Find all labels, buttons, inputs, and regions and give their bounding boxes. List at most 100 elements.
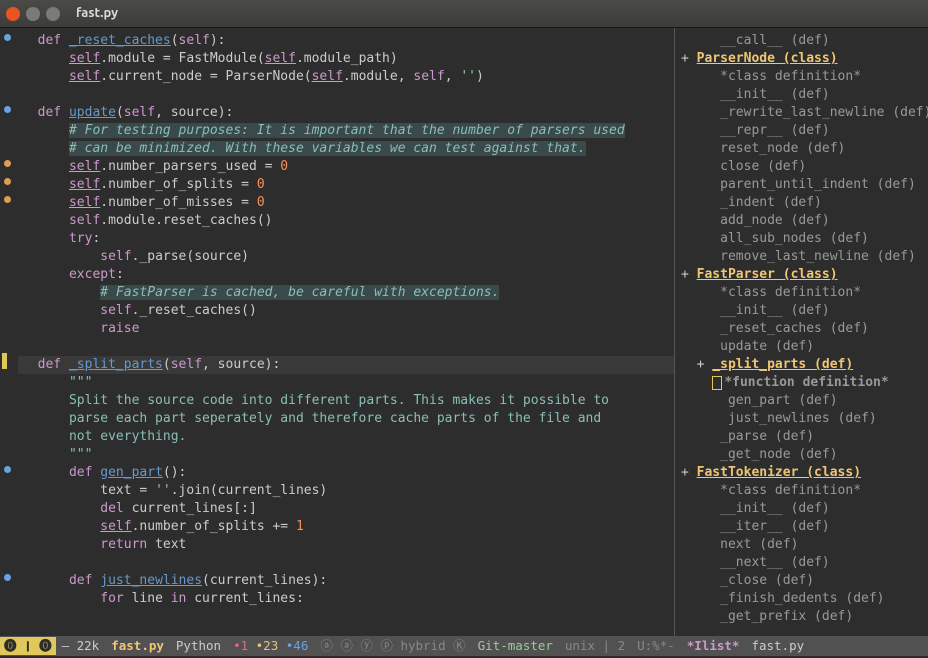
gutter-mark	[0, 478, 18, 496]
gutter-mark	[0, 496, 18, 514]
code-line[interactable]: self.number_of_splits = 0	[18, 176, 674, 194]
outline-item[interactable]: next (def)	[681, 536, 928, 554]
outline-item[interactable]: _reset_caches (def)	[681, 320, 928, 338]
warning-count[interactable]: •23	[256, 638, 279, 653]
gutter-mark	[0, 280, 18, 298]
code-line[interactable]: except:	[18, 266, 674, 284]
code-line[interactable]	[18, 338, 674, 356]
gutter-mark	[0, 370, 18, 388]
outline-item[interactable]: close (def)	[681, 158, 928, 176]
outline-item[interactable]: _get_node (def)	[681, 446, 928, 464]
code-line[interactable]: self.number_parsers_used = 0	[18, 158, 674, 176]
outline-item[interactable]: __init__ (def)	[681, 500, 928, 518]
gutter-mark	[0, 352, 18, 370]
outline-item[interactable]: just_newlines (def)	[681, 410, 928, 428]
outline-item[interactable]: _close (def)	[681, 572, 928, 590]
outline-item[interactable]: gen_part (def)	[681, 392, 928, 410]
code-line[interactable]: def gen_part():	[18, 464, 674, 482]
outline-item[interactable]: __call__ (def)	[681, 32, 928, 50]
ilist-file: fast.py	[745, 637, 810, 654]
code-line[interactable]: def just_newlines(current_lines):	[18, 572, 674, 590]
gutter-mark	[0, 514, 18, 532]
code-line[interactable]: self.module = FastModule(self.module_pat…	[18, 50, 674, 68]
outline-current-def[interactable]: + _split_parts (def)	[681, 356, 928, 374]
outline-item[interactable]: *class definition*	[681, 284, 928, 302]
gutter-mark	[0, 298, 18, 316]
gutter-mark	[0, 388, 18, 406]
outline-item[interactable]: *class definition*	[681, 68, 928, 86]
code-line[interactable]: self.current_node = ParserNode(self.modu…	[18, 68, 674, 86]
code-line[interactable]: self.number_of_misses = 0	[18, 194, 674, 212]
code-line[interactable]: # can be minimized. With these variables…	[18, 140, 674, 158]
gutter-mark	[0, 172, 18, 190]
code-line[interactable]	[18, 86, 674, 104]
gutter-mark	[0, 586, 18, 604]
code-line[interactable]: def _reset_caches(self):	[18, 32, 674, 50]
outline-item[interactable]: __init__ (def)	[681, 302, 928, 320]
code-buffer[interactable]: def _reset_caches(self): self.module = F…	[18, 28, 674, 636]
outline-item[interactable]: all_sub_nodes (def)	[681, 230, 928, 248]
vc-branch[interactable]: Git-master	[472, 637, 559, 654]
gutter-mark	[0, 316, 18, 334]
code-line[interactable]: raise	[18, 320, 674, 338]
error-count[interactable]: •1	[233, 638, 248, 653]
outline-item[interactable]: *class definition*	[681, 482, 928, 500]
major-mode[interactable]: Python	[170, 637, 227, 654]
code-line[interactable]: # FastParser is cached, be careful with …	[18, 284, 674, 302]
minor-modes[interactable]: ⓐ ⓐ ⓨ ⓟ hybrid Ⓚ	[314, 637, 471, 654]
outline-pane[interactable]: __call__ (def)+ ParserNode (class) *clas…	[674, 28, 928, 636]
ilist-label[interactable]: *Ilist*	[681, 637, 746, 654]
code-line[interactable]: text = ''.join(current_lines)	[18, 482, 674, 500]
outline-item[interactable]: __init__ (def)	[681, 86, 928, 104]
code-line[interactable]: Split the source code into different par…	[18, 392, 674, 410]
code-line[interactable]: for line in current_lines:	[18, 590, 674, 608]
gutter-mark	[0, 550, 18, 568]
minimize-icon[interactable]	[26, 7, 40, 21]
outline-item[interactable]: _rewrite_last_newline (def)	[681, 104, 928, 122]
outline-item[interactable]: update (def)	[681, 338, 928, 356]
code-line[interactable]: def update(self, source):	[18, 104, 674, 122]
gutter-mark	[0, 46, 18, 64]
outline-item[interactable]: remove_last_newline (def)	[681, 248, 928, 266]
outline-item[interactable]: _get_prefix (def)	[681, 608, 928, 626]
code-line[interactable]: del current_lines[:]	[18, 500, 674, 518]
gutter-mark	[0, 28, 18, 46]
code-line[interactable]	[18, 554, 674, 572]
outline-item[interactable]: reset_node (def)	[681, 140, 928, 158]
main-pane[interactable]: def _reset_caches(self): self.module = F…	[0, 28, 674, 636]
flycheck-indicator[interactable]: ⓿ ❙ ⓿	[0, 637, 56, 654]
code-line[interactable]: try:	[18, 230, 674, 248]
code-line[interactable]: """	[18, 374, 674, 392]
gutter-mark	[0, 532, 18, 550]
outline-class[interactable]: + ParserNode (class)	[681, 50, 928, 68]
gutter-mark	[0, 100, 18, 118]
code-line[interactable]: # For testing purposes: It is important …	[18, 122, 674, 140]
maximize-icon[interactable]	[46, 7, 60, 21]
code-line[interactable]: self._reset_caches()	[18, 302, 674, 320]
code-line[interactable]: self.module.reset_caches()	[18, 212, 674, 230]
outline-item[interactable]: _parse (def)	[681, 428, 928, 446]
modeline: ⓿ ❙ ⓿ – 22k fast.py Python •1 •23 •46 ⓐ …	[0, 636, 928, 656]
code-line[interactable]: self._parse(source)	[18, 248, 674, 266]
outline-item[interactable]: __iter__ (def)	[681, 518, 928, 536]
outline-class[interactable]: + FastTokenizer (class)	[681, 464, 928, 482]
window-title: fast.py	[76, 5, 118, 23]
code-line[interactable]: not everything.	[18, 428, 674, 446]
outline-item[interactable]: add_node (def)	[681, 212, 928, 230]
info-count[interactable]: •46	[286, 638, 309, 653]
outline-item[interactable]: parent_until_indent (def)	[681, 176, 928, 194]
outline-item[interactable]: *function definition*	[681, 374, 928, 392]
outline-item[interactable]: __next__ (def)	[681, 554, 928, 572]
buffer-name[interactable]: fast.py	[105, 637, 170, 654]
code-line[interactable]: def _split_parts(self, source):	[18, 356, 674, 374]
close-icon[interactable]	[6, 7, 20, 21]
code-line[interactable]: return text	[18, 536, 674, 554]
outline-class[interactable]: + FastParser (class)	[681, 266, 928, 284]
outline-item[interactable]: _finish_dedents (def)	[681, 590, 928, 608]
gutter-mark	[0, 64, 18, 82]
outline-item[interactable]: __repr__ (def)	[681, 122, 928, 140]
code-line[interactable]: self.number_of_splits += 1	[18, 518, 674, 536]
code-line[interactable]: parse each part seperately and therefore…	[18, 410, 674, 428]
code-line[interactable]: """	[18, 446, 674, 464]
outline-item[interactable]: _indent (def)	[681, 194, 928, 212]
